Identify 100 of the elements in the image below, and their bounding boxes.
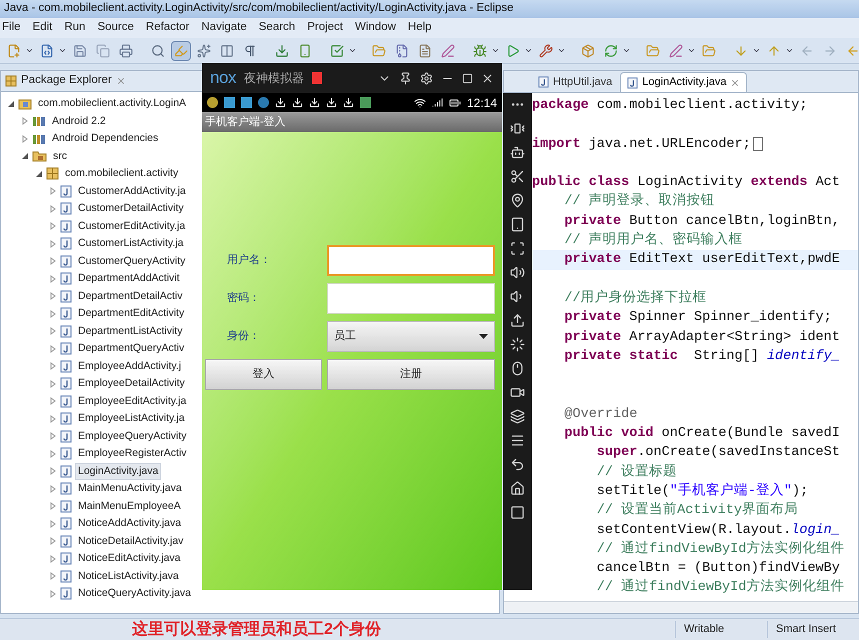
tree-item[interactable]: CustomerAddActivity.ja <box>75 182 189 200</box>
menu-item[interactable]: Help <box>408 19 432 37</box>
volume-up-icon[interactable] <box>510 265 525 280</box>
menu-item[interactable]: File <box>2 19 21 37</box>
collapsed-arrow-icon[interactable] <box>49 554 57 563</box>
collapsed-arrow-icon[interactable] <box>21 117 29 126</box>
collapsed-arrow-icon[interactable] <box>49 572 57 580</box>
upload-icon[interactable] <box>510 313 525 328</box>
collapsed-arrow-icon[interactable] <box>49 257 57 266</box>
text-input[interactable] <box>327 283 495 314</box>
tree-item[interactable]: EmployeeAddActivity.j <box>75 358 184 375</box>
menu-item[interactable]: Window <box>355 19 396 37</box>
dropdown-caret-icon[interactable] <box>491 46 500 55</box>
collapsed-arrow-icon[interactable] <box>49 292 57 300</box>
collapsed-arrow-icon[interactable] <box>49 432 57 440</box>
tree-item[interactable]: com.mobileclient.activity.LoginA <box>35 95 190 112</box>
tree-item[interactable]: EmployeeDetailActivity <box>75 375 188 392</box>
dropdown-caret-icon[interactable] <box>557 46 566 55</box>
collapsed-arrow-icon[interactable] <box>49 467 57 476</box>
menu-item[interactable]: Project <box>307 19 343 37</box>
expanded-arrow-icon[interactable] <box>7 100 15 108</box>
menu-item[interactable]: Source <box>97 19 134 37</box>
mouse-icon[interactable] <box>510 361 525 376</box>
video-icon[interactable] <box>510 385 525 400</box>
tree-item[interactable]: DepartmentListActivity <box>75 322 186 340</box>
collapsed-arrow-icon[interactable] <box>49 344 57 353</box>
collapsed-arrow-icon[interactable] <box>49 590 57 598</box>
form-button[interactable]: 注册 <box>327 359 495 390</box>
tree-item[interactable]: CustomerEditActivity.ja <box>75 218 188 235</box>
collapsed-arrow-icon[interactable] <box>49 187 57 196</box>
editor-tab[interactable]: HttpUtil.java <box>508 72 618 92</box>
collapsed-arrow-icon[interactable] <box>49 450 57 458</box>
horizontal-scrollbar[interactable] <box>504 601 858 613</box>
collapsed-arrow-icon[interactable] <box>49 240 57 248</box>
dropdown-caret-icon[interactable] <box>752 46 761 55</box>
tree-item[interactable]: CustomerListActivity.ja <box>75 235 186 252</box>
collapsed-arrow-icon[interactable] <box>21 134 29 143</box>
tree-item[interactable]: DepartmentDetailActiv <box>75 288 186 305</box>
menu-item[interactable]: Run <box>64 19 86 37</box>
scissors-icon[interactable] <box>510 169 525 184</box>
tree-item[interactable]: NoticeListActivity.java <box>75 568 182 585</box>
collapsed-arrow-icon[interactable] <box>49 274 57 283</box>
tree-item[interactable]: Android Dependencies <box>49 130 162 148</box>
dropdown-caret-icon[interactable] <box>58 46 67 55</box>
pin-icon[interactable] <box>399 72 412 84</box>
collapsed-arrow-icon[interactable] <box>49 397 57 406</box>
menu-item[interactable]: Search <box>258 19 296 37</box>
dropdown-caret-icon[interactable] <box>348 46 357 55</box>
expanded-arrow-icon[interactable] <box>21 152 29 160</box>
collapsed-arrow-icon[interactable] <box>49 484 57 493</box>
layers-icon[interactable] <box>510 409 525 424</box>
dropdown-caret-icon[interactable] <box>785 46 794 55</box>
collapsed-arrow-icon[interactable] <box>49 222 57 230</box>
menu-item[interactable]: Refactor <box>146 19 190 37</box>
tree-item[interactable]: EmployeeEditActivity.ja <box>75 392 190 410</box>
editor-tab[interactable]: LoginActivity.java <box>620 72 748 92</box>
collapsed-arrow-icon[interactable] <box>49 380 57 388</box>
tree-item[interactable]: EmployeeRegisterActiv <box>75 445 190 462</box>
collapsed-arrow-icon[interactable] <box>49 204 57 213</box>
tree-item[interactable]: CustomerDetailActivity <box>75 200 187 218</box>
menu-icon[interactable] <box>510 433 525 448</box>
tree-item[interactable]: src <box>50 148 70 165</box>
robot-icon[interactable] <box>510 145 525 160</box>
tree-item[interactable]: DepartmentAddActivit <box>75 270 183 288</box>
collapsed-arrow-icon[interactable] <box>49 520 57 528</box>
menu-item[interactable]: Edit <box>32 19 52 37</box>
tree-item[interactable]: EmployeeListActivity.ja <box>75 410 188 428</box>
back-icon[interactable] <box>510 457 525 472</box>
collapsed-arrow-icon[interactable] <box>49 310 57 318</box>
fold-marker-icon[interactable] <box>752 137 763 152</box>
tree-item[interactable]: NoticeEditActivity.java <box>75 550 184 568</box>
screen-icon[interactable] <box>510 217 525 232</box>
shake-icon[interactable] <box>510 121 525 136</box>
recent-apps-icon[interactable] <box>510 505 525 520</box>
tree-item[interactable]: DepartmentEditActivity <box>75 305 188 322</box>
home-icon[interactable] <box>510 481 525 496</box>
tree-item[interactable]: NoticeDetailActivity.jav <box>75 532 186 550</box>
dropdown-caret-icon[interactable] <box>524 46 533 55</box>
tree-item[interactable]: LoginActivity.java <box>75 462 162 480</box>
tree-item[interactable]: CustomerQueryActivity <box>75 252 188 270</box>
tree-item[interactable]: MainMenuEmployeeA <box>75 498 184 515</box>
tree-item[interactable]: NoticeAddActivity.java <box>75 515 184 532</box>
tree-item[interactable]: EmployeeQueryActivity <box>75 428 190 445</box>
menu-item[interactable]: Navigate <box>201 19 247 37</box>
expanded-arrow-icon[interactable] <box>35 170 43 178</box>
tree-item[interactable]: DepartmentQueryActiv <box>75 340 188 358</box>
dropdown-caret-icon[interactable] <box>622 46 631 55</box>
maximize-icon[interactable] <box>462 72 473 84</box>
dropdown-caret-icon[interactable] <box>687 46 696 55</box>
tree-item[interactable]: NoticeQueryActivity.java <box>75 585 194 602</box>
toolbar-button[interactable] <box>171 40 191 60</box>
location-pin-icon[interactable] <box>510 193 525 208</box>
settings-icon[interactable] <box>420 72 433 84</box>
dropdown-caret-icon[interactable] <box>25 46 34 55</box>
collapsed-arrow-icon[interactable] <box>49 537 57 546</box>
dropdown-select[interactable]: 员工 <box>327 321 495 352</box>
tree-item[interactable]: Android 2.2 <box>49 112 109 130</box>
form-button[interactable]: 登入 <box>205 359 322 390</box>
close-icon[interactable] <box>481 72 494 84</box>
collapsed-arrow-icon[interactable] <box>49 414 57 423</box>
